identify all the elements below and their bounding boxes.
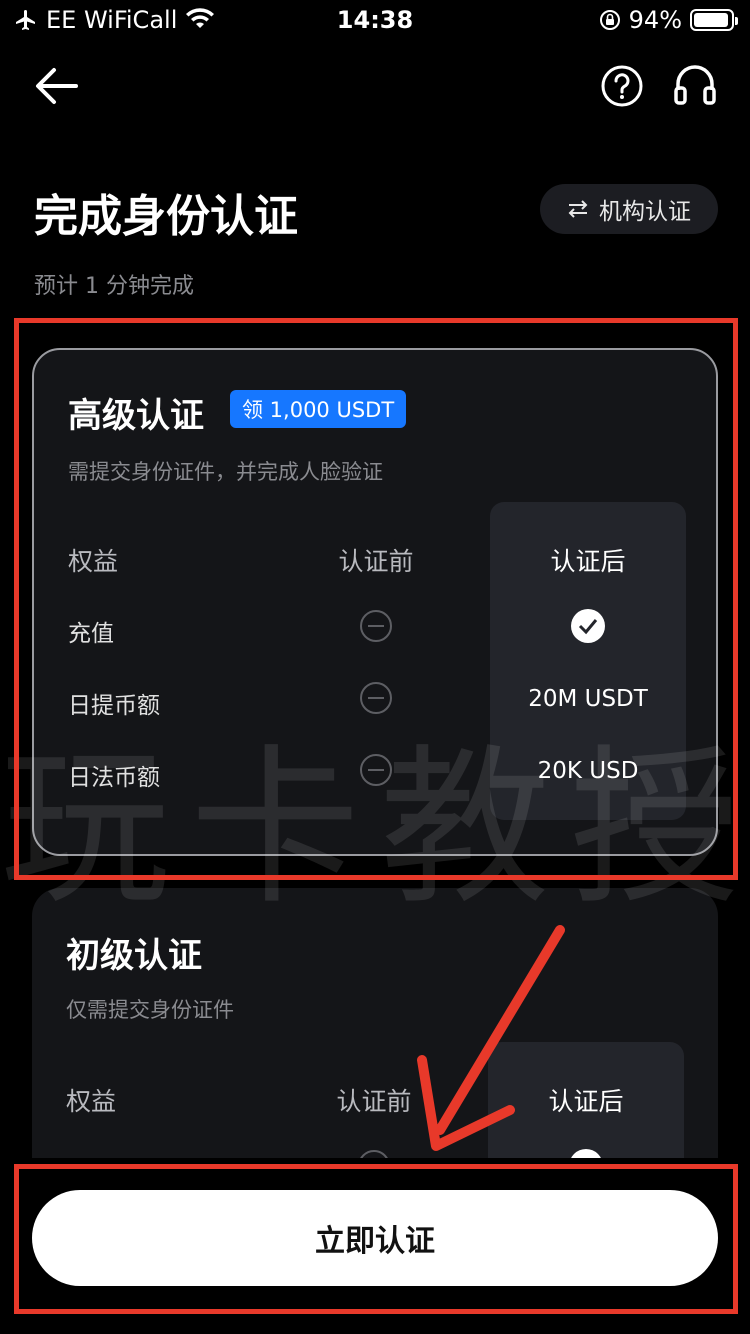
- help-icon[interactable]: [600, 64, 644, 108]
- battery-icon: [690, 9, 738, 31]
- card-title: 初级认证: [66, 936, 202, 976]
- institution-verification-button[interactable]: 机构认证: [540, 184, 718, 234]
- swap-icon: [568, 200, 588, 218]
- annotation-highlight-box: [14, 318, 738, 880]
- table-header: 权益 认证前 认证后: [32, 1076, 718, 1116]
- lock-rotation-icon: [599, 10, 620, 30]
- headset-icon[interactable]: [672, 62, 718, 108]
- page-subtitle: 预计 1 分钟完成: [34, 274, 194, 299]
- annotation-arrow: [417, 925, 565, 1151]
- annotation-highlight-box: [14, 1164, 738, 1314]
- column-benefit: 权益: [66, 1087, 117, 1116]
- back-arrow-icon[interactable]: [32, 64, 80, 108]
- battery-percent: 94%: [628, 6, 682, 34]
- institution-verification-label: 机构认证: [599, 199, 691, 225]
- page-title: 完成身份认证: [34, 191, 298, 242]
- status-bar: EE WiFiCall 14:38 94%: [0, 0, 750, 42]
- status-right: 94%: [599, 6, 738, 34]
- card-description: 仅需提交身份证件: [66, 998, 234, 1022]
